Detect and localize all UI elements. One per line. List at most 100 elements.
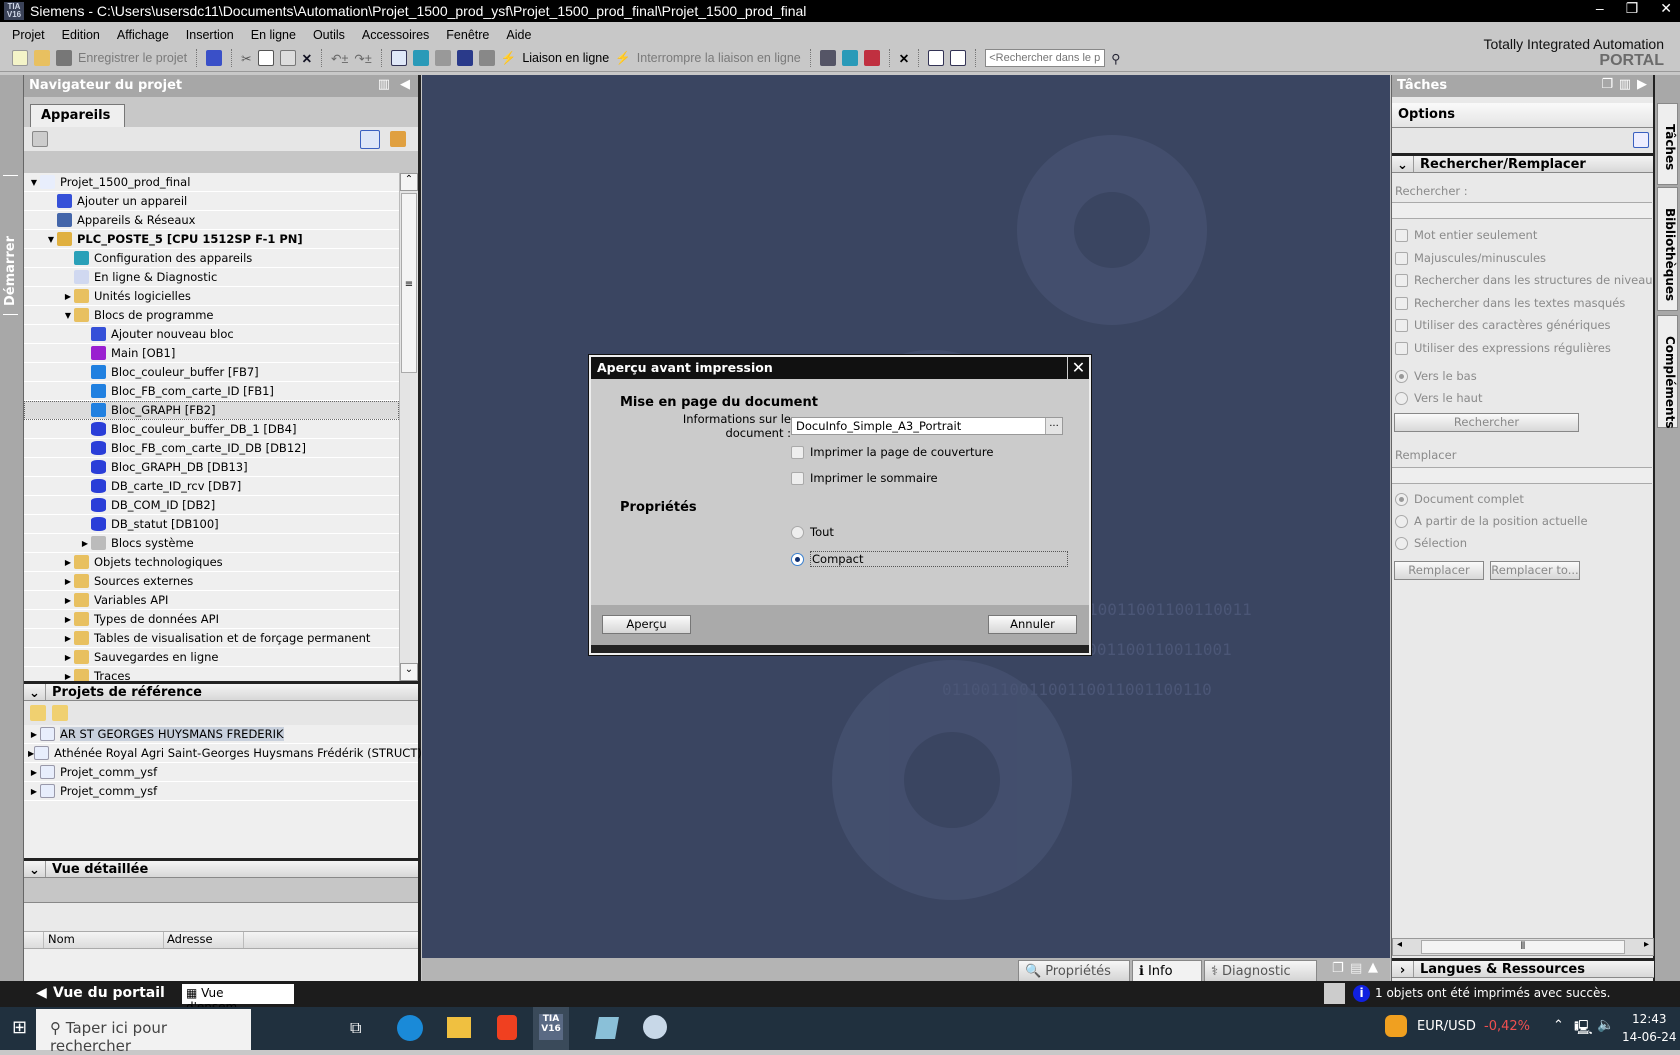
tree-item[interactable]: ▶ Types de données API — [24, 610, 399, 629]
edge-icon[interactable] — [397, 1015, 423, 1041]
browse-button[interactable]: ... — [1045, 418, 1062, 434]
expand-closed-icon[interactable]: ▶ — [28, 730, 40, 739]
cross-reference-icon[interactable]: ✕ — [899, 51, 909, 66]
chevron-down-icon[interactable]: ⌄ — [24, 684, 46, 701]
go-offline-icon[interactable]: ⚡ — [615, 51, 631, 66]
cover-page-checkbox[interactable]: Imprimer la page de couverture — [791, 445, 993, 459]
maximize-button[interactable]: ❐ — [1626, 0, 1639, 17]
search-option-checkbox[interactable]: Utiliser des caractères génériques — [1395, 318, 1611, 332]
accessible-devices-icon[interactable] — [819, 50, 836, 66]
expand-closed-icon[interactable]: ▶ — [62, 653, 74, 662]
search-option-checkbox[interactable]: Rechercher dans les textes masqués — [1395, 296, 1625, 310]
tree-item[interactable]: Bloc_couleur_buffer_DB_1 [DB4] — [24, 420, 399, 439]
tree-item[interactable]: ▶ Tables de visualisation et de forçage p… — [24, 629, 399, 648]
expand-closed-icon[interactable]: ▶ — [62, 672, 74, 681]
compact-radio[interactable]: Compact — [791, 551, 1071, 567]
layout-icon[interactable]: ▥ — [378, 77, 390, 92]
expand-closed-icon[interactable]: ▶ — [62, 634, 74, 643]
maximize-up-icon[interactable]: ▲ — [1368, 960, 1378, 975]
tree-item[interactable]: Appareils & Réseaux — [24, 211, 399, 230]
tab-tasks[interactable]: Tâches — [1657, 103, 1678, 185]
refresh-icon[interactable] — [390, 131, 406, 147]
expand-closed-icon[interactable]: ▶ — [79, 539, 91, 548]
save-icon[interactable] — [56, 50, 72, 66]
tab-info[interactable]: ℹ Info — [1132, 960, 1202, 981]
radio[interactable] — [1395, 537, 1408, 550]
scroll-down-button[interactable]: ⌄ — [400, 663, 418, 681]
detail-view-header[interactable]: ⌄ Vue détaillée — [24, 858, 418, 878]
split-horizontal-icon[interactable] — [928, 50, 945, 66]
copy-icon[interactable] — [257, 50, 274, 66]
tab-diagnostic[interactable]: ⚕ Diagnostic — [1204, 960, 1317, 981]
scope-radio[interactable]: Document complet — [1395, 492, 1524, 506]
tree-item[interactable]: ▶ Objets technologiques — [24, 553, 399, 572]
languages-resources-header[interactable]: › Langues & Ressources — [1392, 958, 1654, 978]
start-strip[interactable]: Démarrer — [0, 75, 24, 981]
menu-0[interactable]: Projet — [12, 28, 45, 42]
reference-project-item[interactable]: ▶ AR ST GEORGES HUYSMANS FREDERIK — [24, 725, 418, 744]
status-log-icon[interactable] — [1324, 983, 1345, 1004]
cancel-button[interactable]: Annuler — [988, 615, 1077, 634]
file-explorer-icon[interactable] — [447, 1017, 471, 1038]
collapse-left-icon[interactable]: ◀ — [400, 77, 410, 92]
scope-radio[interactable]: Sélection — [1395, 536, 1467, 550]
chevron-down-icon[interactable]: ⌄ — [24, 861, 46, 878]
float-icon[interactable]: ❐ — [1332, 961, 1344, 976]
scroll-thumb[interactable]: ≡ — [401, 193, 417, 373]
menu-5[interactable]: Outils — [313, 28, 345, 42]
open-reference-icon[interactable] — [30, 705, 46, 721]
go-offline-button[interactable]: Interrompre la liaison en ligne — [637, 51, 801, 65]
go-online-icon[interactable]: ⚡ — [501, 51, 517, 66]
tree-item[interactable]: Configuration des appareils — [24, 249, 399, 268]
column-name[interactable]: Nom — [44, 932, 164, 948]
split-icon[interactable]: ▤ — [1350, 961, 1362, 976]
volume-icon[interactable]: 🔈 — [1597, 1017, 1614, 1033]
clock[interactable]: 12:43 14-06-24 — [1622, 1010, 1676, 1046]
tab-devices[interactable]: Appareils — [30, 104, 125, 127]
reference-project-item[interactable]: ▶ Athénée Royal Agri Saint-Georges Huysma… — [24, 744, 422, 763]
split-vertical-icon[interactable] — [950, 50, 967, 66]
checkbox[interactable] — [1395, 251, 1408, 265]
windows-start-icon[interactable]: ⊞ — [12, 1017, 27, 1038]
scope-radio[interactable]: A partir de la position actuelle — [1395, 514, 1588, 528]
radio[interactable] — [791, 526, 804, 539]
radio[interactable] — [1395, 392, 1408, 405]
start-cpu-icon[interactable] — [841, 50, 858, 66]
search-button[interactable]: Rechercher — [1394, 413, 1579, 432]
overview-button[interactable]: ▦ Vue d'ensem... — [182, 984, 294, 1014]
tree-item[interactable]: ▶ Variables API — [24, 591, 399, 610]
checkbox[interactable] — [1395, 296, 1408, 310]
radio[interactable] — [1395, 493, 1408, 506]
menu-3[interactable]: Insertion — [186, 28, 234, 42]
tree-item[interactable]: ▶ Traces — [24, 667, 399, 681]
tia-portal-taskbar-button[interactable]: TIA V16 — [533, 1007, 569, 1050]
menu-4[interactable]: En ligne — [251, 28, 296, 42]
status-message[interactable]: 1 objets ont été imprimés avec succès. — [1375, 986, 1610, 1000]
radio[interactable] — [1395, 515, 1408, 528]
binoculars-icon[interactable]: ⚲ — [1111, 51, 1120, 66]
new-project-icon[interactable] — [12, 50, 28, 66]
direction-radio[interactable]: Vers le haut — [1395, 391, 1482, 405]
tree-item[interactable]: DB_carte_ID_rcv [DB7] — [24, 477, 399, 496]
back-arrow-icon[interactable]: ◀ — [36, 985, 47, 1001]
search-option-checkbox[interactable]: Majuscules/minuscules — [1395, 251, 1546, 265]
taskbar-search[interactable]: ⚲ Taper ici pour rechercher — [36, 1009, 251, 1055]
minimize-button[interactable]: – — [1596, 0, 1604, 17]
tree-item[interactable]: ▶ Blocs système — [24, 534, 399, 553]
expand-closed-icon[interactable]: ▶ — [62, 558, 74, 567]
dialog-close-button[interactable]: ✕ — [1067, 357, 1089, 379]
tree-item[interactable]: Bloc_GRAPH [FB2] — [24, 401, 399, 420]
expand-open-icon[interactable]: ▼ — [45, 235, 57, 244]
radio-selected[interactable] — [791, 553, 804, 566]
all-radio[interactable]: Tout — [791, 525, 834, 539]
direction-radio[interactable]: Vers le bas — [1395, 369, 1477, 383]
tab-properties[interactable]: 🔍 Propriétés — [1018, 960, 1130, 981]
scroll-up-button[interactable]: ⌃ — [400, 173, 418, 191]
task-view-icon[interactable]: ⧉ — [350, 1018, 361, 1038]
network-icon[interactable]: 🖳 — [1574, 1017, 1593, 1041]
expand-open-icon[interactable]: ▼ — [28, 178, 40, 187]
tree-item[interactable]: Bloc_couleur_buffer [FB7] — [24, 363, 399, 382]
menu-2[interactable]: Affichage — [117, 28, 169, 42]
horizontal-scrollbar[interactable]: ◂ ⦀ ▸ — [1392, 938, 1654, 956]
search-field[interactable] — [1392, 202, 1652, 219]
